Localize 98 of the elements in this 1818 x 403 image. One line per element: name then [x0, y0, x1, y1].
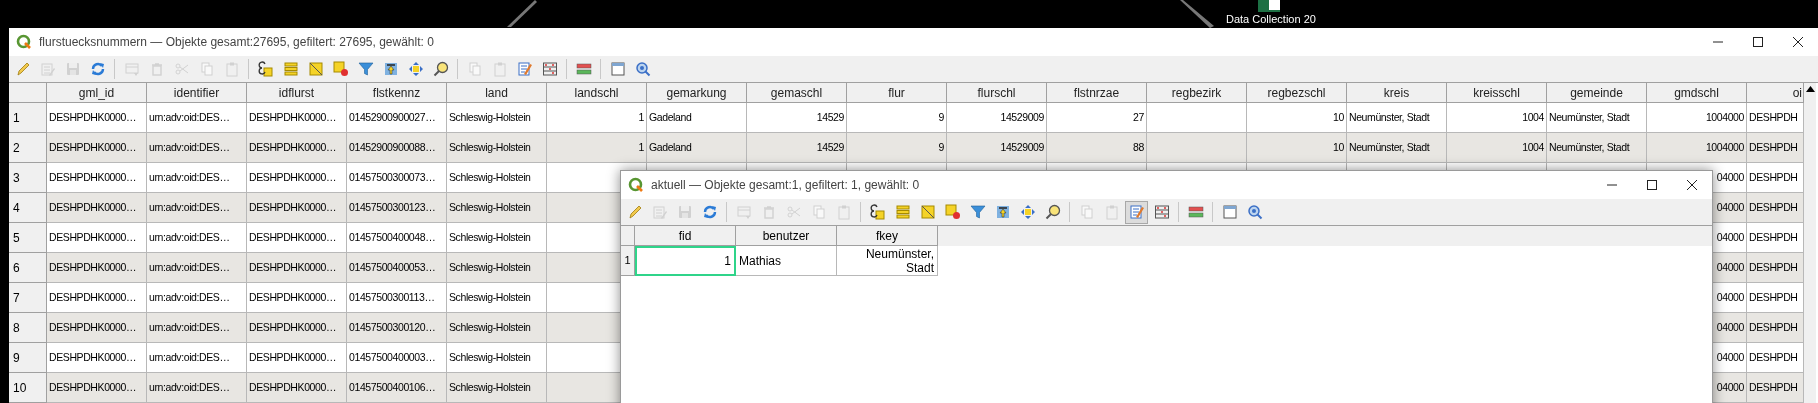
maximize-icon[interactable] [1752, 36, 1764, 48]
clipboard-icon [491, 61, 508, 77]
column-header[interactable]: regbezirk [1147, 83, 1247, 103]
row-header[interactable]: 4 [9, 193, 47, 223]
filter-icon [357, 61, 374, 77]
column-header[interactable]: oi [1747, 83, 1804, 103]
row-header[interactable]: 1 [621, 246, 635, 276]
table-pencil-icon [39, 61, 56, 77]
filter-icon [969, 204, 986, 220]
column-header[interactable]: gemaschl [747, 83, 847, 103]
table-cell: DESHPDHK0000… [47, 373, 147, 403]
save-icon [64, 61, 81, 77]
column-header[interactable]: benutzer [736, 226, 837, 246]
column-header[interactable]: gemarkung [647, 83, 747, 103]
row-header[interactable]: 3 [9, 163, 47, 193]
row-header[interactable]: 9 [9, 343, 47, 373]
invert-selection-icon [919, 204, 936, 220]
pencil-icon [14, 61, 31, 77]
window-icon [1221, 204, 1238, 220]
table-pencil-icon [651, 204, 668, 220]
abacus-icon [1153, 204, 1170, 220]
clipboard-icon [835, 204, 852, 220]
desktop-icon-label[interactable]: Data Collection 20 [1226, 13, 1316, 26]
form-pencil-icon [516, 61, 533, 77]
column-header[interactable]: regbezschl [1247, 83, 1347, 103]
table-add-icon [123, 61, 140, 77]
magnifier-gear-icon [634, 61, 651, 77]
table-add-icon [735, 204, 752, 220]
column-header[interactable]: fid [635, 226, 736, 246]
deselect-icon [332, 61, 349, 77]
scroll-up-icon[interactable] [1805, 86, 1815, 92]
refresh-icon [701, 204, 718, 220]
qgis-logo-icon [628, 177, 644, 193]
clipboard-icon [223, 61, 240, 77]
copy-icon [198, 61, 215, 77]
table-cell: Schleswig-Holstein [447, 373, 547, 403]
close-icon[interactable] [1792, 36, 1804, 48]
column-header[interactable]: gml_id [47, 83, 147, 103]
expression-select-icon [257, 61, 274, 77]
column-header[interactable]: identifier [147, 83, 247, 103]
maximize-icon[interactable] [1646, 179, 1658, 191]
column-header[interactable]: flurschl [947, 83, 1047, 103]
spreadsheet-icon [1258, 0, 1280, 12]
expression-select-icon [869, 204, 886, 220]
qgis-logo-icon [16, 34, 32, 50]
save-icon [676, 204, 693, 220]
scrollbar[interactable] [1804, 83, 1816, 403]
column-header[interactable]: fkey [837, 226, 938, 246]
pencil-icon [626, 204, 643, 220]
table-cell: 01457500400106… [347, 373, 447, 403]
row-header[interactable]: 1 [9, 103, 47, 133]
zoom-icon [1044, 204, 1061, 220]
table-cell: urn:adv:oid:DES… [147, 373, 247, 403]
move-to-top-icon [382, 61, 399, 77]
copy-icon [1078, 204, 1095, 220]
abacus-icon [541, 61, 558, 77]
window-icon [609, 61, 626, 77]
rows-icon [282, 61, 299, 77]
cursor-shadow-drawing [505, 0, 537, 28]
zoom-icon [432, 61, 449, 77]
magnifier-gear-icon [1246, 204, 1263, 220]
table-cell[interactable]: 1 [635, 246, 736, 276]
column-header[interactable]: kreis [1347, 83, 1447, 103]
column-header[interactable]: flstnrzae [1047, 83, 1147, 103]
column-header[interactable]: gmdschl [1647, 83, 1747, 103]
row-header[interactable]: 2 [9, 133, 47, 163]
row-header[interactable]: 7 [9, 283, 47, 313]
rows-icon [894, 204, 911, 220]
scissors-icon [173, 61, 190, 77]
column-header[interactable]: kreisschl [1447, 83, 1547, 103]
refresh-icon [89, 61, 106, 77]
row-header[interactable]: 5 [9, 223, 47, 253]
scissors-icon [785, 204, 802, 220]
column-header[interactable]: landschl [547, 83, 647, 103]
column-header[interactable]: land [447, 83, 547, 103]
window-title: aktuell — Objekte gesamt:1, gefiltert: 1, gewählt: 0 [651, 177, 920, 194]
form-pencil-icon [1128, 204, 1145, 220]
deselect-icon [944, 204, 961, 220]
row-header[interactable]: 8 [9, 313, 47, 343]
conditional-format-icon [1187, 204, 1204, 220]
column-header[interactable]: gemeinde [1547, 83, 1647, 103]
clipboard-icon [1103, 204, 1120, 220]
window-title: flurstuecksnummern — Objekte gesamt:27695, gefiltert: 27695, gewählt: 0 [39, 34, 434, 51]
row-header[interactable]: 6 [9, 253, 47, 283]
pan-icon [407, 61, 424, 77]
close-icon[interactable] [1686, 179, 1698, 191]
column-header[interactable]: idflurst [247, 83, 347, 103]
table-cell: DESHPDHK0000… [247, 373, 347, 403]
copy-icon [810, 204, 827, 220]
conditional-format-icon [575, 61, 592, 77]
column-header[interactable]: flstkennz [347, 83, 447, 103]
move-to-top-icon [994, 204, 1011, 220]
pan-icon [1019, 204, 1036, 220]
copy-icon [466, 61, 483, 77]
row-header[interactable]: 10 [9, 373, 47, 403]
cursor-shadow-drawing [1180, 0, 1214, 28]
invert-selection-icon [307, 61, 324, 77]
column-header[interactable]: flur [847, 83, 947, 103]
